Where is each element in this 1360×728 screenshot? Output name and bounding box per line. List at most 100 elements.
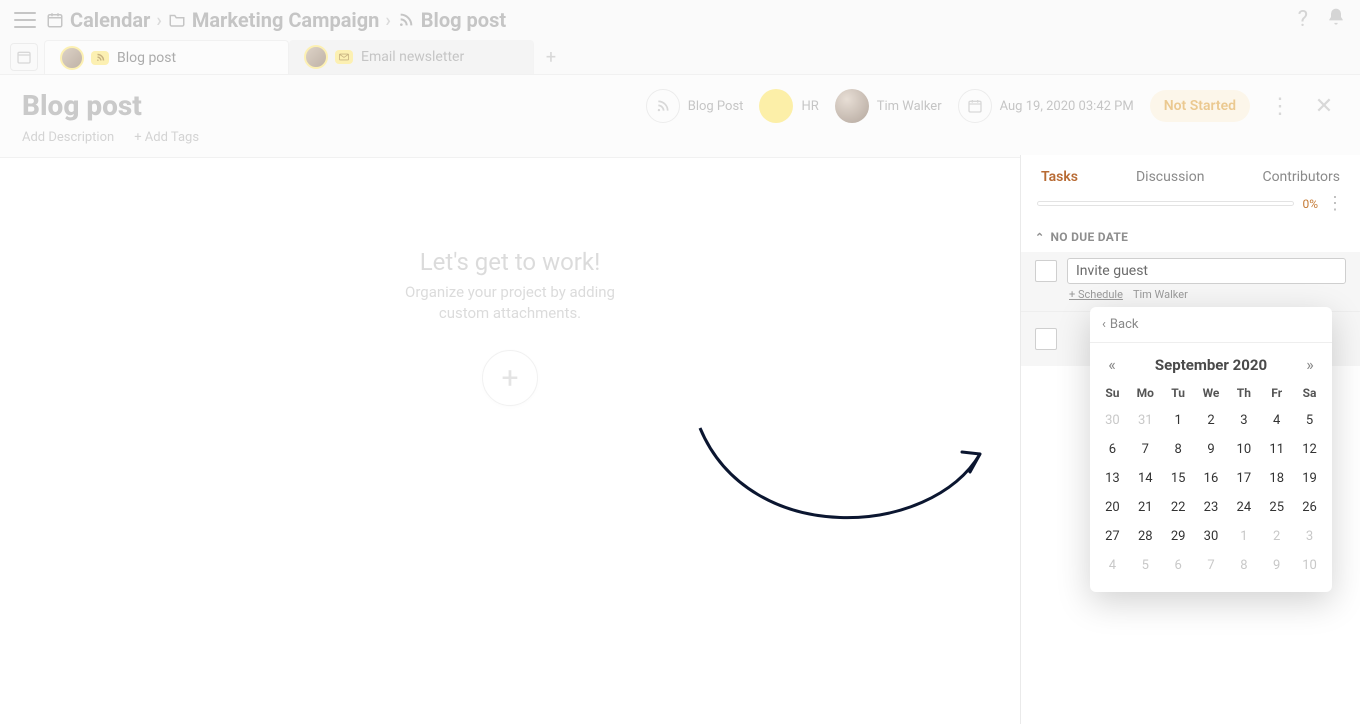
- chevron-left-icon: ‹: [1102, 317, 1106, 332]
- task-title-input[interactable]: [1067, 258, 1346, 284]
- progress-bar: [1037, 201, 1294, 206]
- avatar: [61, 47, 83, 69]
- calendar-day[interactable]: 29: [1162, 522, 1195, 551]
- calendar-day[interactable]: 9: [1195, 435, 1228, 464]
- panel-tab-discussion[interactable]: Discussion: [1136, 169, 1204, 185]
- prev-month-button[interactable]: «: [1100, 355, 1124, 374]
- calendar-day[interactable]: 31: [1129, 406, 1162, 435]
- menu-icon[interactable]: [14, 12, 36, 28]
- calendar-day[interactable]: 3: [1227, 406, 1260, 435]
- mail-icon: [335, 50, 353, 64]
- kebab-icon[interactable]: ⋮: [1266, 94, 1294, 119]
- tab-email-newsletter[interactable]: Email newsletter: [289, 40, 534, 74]
- calendar-day[interactable]: 4: [1260, 406, 1293, 435]
- calendar-day[interactable]: 18: [1260, 464, 1293, 493]
- meta-type[interactable]: Blog Post: [646, 89, 744, 123]
- avatar: [305, 46, 327, 68]
- calendar-day[interactable]: 1: [1162, 406, 1195, 435]
- calendar-day[interactable]: 22: [1162, 493, 1195, 522]
- calendar-day[interactable]: 2: [1195, 406, 1228, 435]
- calendar-day[interactable]: 11: [1260, 435, 1293, 464]
- calendar-day[interactable]: 17: [1227, 464, 1260, 493]
- calendar-day[interactable]: 24: [1227, 493, 1260, 522]
- calendar-day[interactable]: 10: [1227, 435, 1260, 464]
- close-icon[interactable]: ✕: [1310, 94, 1338, 119]
- calendar-day[interactable]: 8: [1162, 435, 1195, 464]
- calendar-day[interactable]: 1: [1227, 522, 1260, 551]
- add-tags[interactable]: + Add Tags: [134, 130, 199, 145]
- calendar-day[interactable]: 6: [1096, 435, 1129, 464]
- calendar-day[interactable]: 25: [1260, 493, 1293, 522]
- progress-pct: 0%: [1302, 197, 1318, 211]
- day-of-week: Su: [1096, 380, 1129, 406]
- calendar-day[interactable]: 28: [1129, 522, 1162, 551]
- breadcrumb-item[interactable]: Blog post: [421, 8, 506, 32]
- calendar-day[interactable]: 30: [1195, 522, 1228, 551]
- day-of-week: We: [1195, 380, 1228, 406]
- tab-blog-post[interactable]: Blog post: [44, 40, 289, 74]
- calendar-day[interactable]: 13: [1096, 464, 1129, 493]
- breadcrumb-folder[interactable]: Marketing Campaign: [192, 8, 380, 32]
- date-picker-back[interactable]: ‹ Back: [1090, 307, 1332, 343]
- day-of-week: Sa: [1293, 380, 1326, 406]
- calendar-day[interactable]: 14: [1129, 464, 1162, 493]
- schedule-link[interactable]: + Schedule: [1069, 288, 1123, 301]
- calendar-day[interactable]: 7: [1129, 435, 1162, 464]
- status-badge[interactable]: Not Started: [1150, 90, 1250, 122]
- calendar-day[interactable]: 16: [1195, 464, 1228, 493]
- task-section-header[interactable]: ⌃ NO DUE DATE: [1021, 214, 1360, 252]
- breadcrumb: Calendar › Marketing Campaign › Blog pos…: [46, 8, 506, 32]
- calendar-day[interactable]: 26: [1293, 493, 1326, 522]
- help-icon[interactable]: ?: [1298, 7, 1308, 33]
- calendar-day[interactable]: 9: [1260, 551, 1293, 580]
- task-checkbox[interactable]: [1035, 328, 1057, 350]
- calendar-day[interactable]: 19: [1293, 464, 1326, 493]
- calendar-day[interactable]: 5: [1129, 551, 1162, 580]
- meta-owner[interactable]: Tim Walker: [835, 89, 942, 123]
- day-of-week: Fr: [1260, 380, 1293, 406]
- calendar-icon: [958, 89, 992, 123]
- task-assignee[interactable]: Tim Walker: [1133, 288, 1188, 301]
- calendar-day[interactable]: 30: [1096, 406, 1129, 435]
- tab-label: Blog post: [117, 50, 176, 66]
- calendar-day[interactable]: 27: [1096, 522, 1129, 551]
- calendar-day[interactable]: 8: [1227, 551, 1260, 580]
- task-checkbox[interactable]: [1035, 260, 1057, 282]
- calendar-day[interactable]: 6: [1162, 551, 1195, 580]
- add-attachment-button[interactable]: +: [482, 350, 538, 406]
- page-title: Blog post: [22, 89, 199, 122]
- date-picker-popover: ‹ Back « September 2020 » SuMoTuWeThFrSa…: [1090, 307, 1332, 592]
- tasks-panel: Tasks Discussion Contributors 0% ⋮ ⌃ NO …: [1020, 155, 1360, 724]
- next-month-button[interactable]: »: [1298, 355, 1322, 374]
- calendar-day[interactable]: 23: [1195, 493, 1228, 522]
- calendar-day[interactable]: 20: [1096, 493, 1129, 522]
- calendar-chip[interactable]: [10, 43, 38, 71]
- chevron-right-icon: ›: [156, 10, 161, 31]
- breadcrumb-root[interactable]: Calendar: [70, 8, 150, 32]
- folder-icon: [168, 11, 186, 29]
- meta-datetime[interactable]: Aug 19, 2020 03:42 PM: [958, 89, 1134, 123]
- calendar-day[interactable]: 15: [1162, 464, 1195, 493]
- add-description[interactable]: Add Description: [22, 130, 114, 145]
- day-of-week: Mo: [1129, 380, 1162, 406]
- empty-title: Let's get to work!: [330, 248, 690, 276]
- calendar-day[interactable]: 5: [1293, 406, 1326, 435]
- calendar-day[interactable]: 7: [1195, 551, 1228, 580]
- rss-icon: [646, 89, 680, 123]
- meta-dept[interactable]: HR: [759, 89, 818, 123]
- calendar-day[interactable]: 3: [1293, 522, 1326, 551]
- calendar-day[interactable]: 4: [1096, 551, 1129, 580]
- calendar-day[interactable]: 10: [1293, 551, 1326, 580]
- panel-tab-contributors[interactable]: Contributors: [1262, 169, 1340, 185]
- panel-tab-tasks[interactable]: Tasks: [1041, 169, 1078, 185]
- bell-icon[interactable]: [1326, 7, 1346, 33]
- add-tab-button[interactable]: +: [534, 47, 568, 68]
- calendar-day[interactable]: 12: [1293, 435, 1326, 464]
- kebab-icon[interactable]: ⋮: [1326, 193, 1344, 214]
- calendar-day[interactable]: 2: [1260, 522, 1293, 551]
- tab-label: Email newsletter: [361, 49, 464, 65]
- annotation-arrow: [690, 408, 1000, 528]
- rss-icon: [397, 11, 415, 29]
- calendar-day[interactable]: 21: [1129, 493, 1162, 522]
- day-of-week: Th: [1227, 380, 1260, 406]
